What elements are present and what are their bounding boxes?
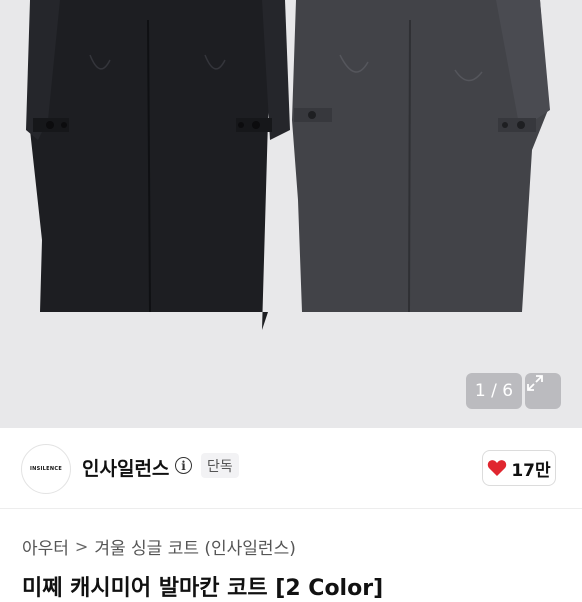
product-image xyxy=(26,0,550,330)
shop-logo-text: INSILENCE xyxy=(29,466,63,472)
breadcrumb: 아우터 > 겨울 싱글 코트 (인사일런스) xyxy=(22,534,296,559)
breadcrumb-item-category[interactable]: 아우터 xyxy=(22,534,69,559)
product-image-gallery[interactable]: 1 / 6 xyxy=(0,0,582,428)
shop-name[interactable]: 인사일런스 xyxy=(82,454,169,481)
info-icon[interactable]: i xyxy=(175,457,192,474)
breadcrumb-item-subcategory[interactable]: 겨울 싱글 코트 (인사일런스) xyxy=(94,534,296,559)
shop-info-row: INSILENCE 인사일런스 i 단독 17만 xyxy=(0,428,582,509)
expand-button[interactable] xyxy=(525,373,561,409)
like-count: 17만 xyxy=(511,460,551,481)
chevron-right-icon: > xyxy=(74,537,89,556)
expand-arrows-icon xyxy=(527,375,543,391)
image-counter: 1 / 6 xyxy=(466,373,522,409)
heart-icon xyxy=(488,460,507,476)
product-title: 미쩨 캐시미어 발마칸 코트 [2 Color] xyxy=(22,576,384,601)
like-button[interactable]: 17만 xyxy=(482,450,556,486)
exclusive-badge: 단독 xyxy=(201,453,239,478)
shop-logo[interactable]: INSILENCE xyxy=(21,444,71,494)
